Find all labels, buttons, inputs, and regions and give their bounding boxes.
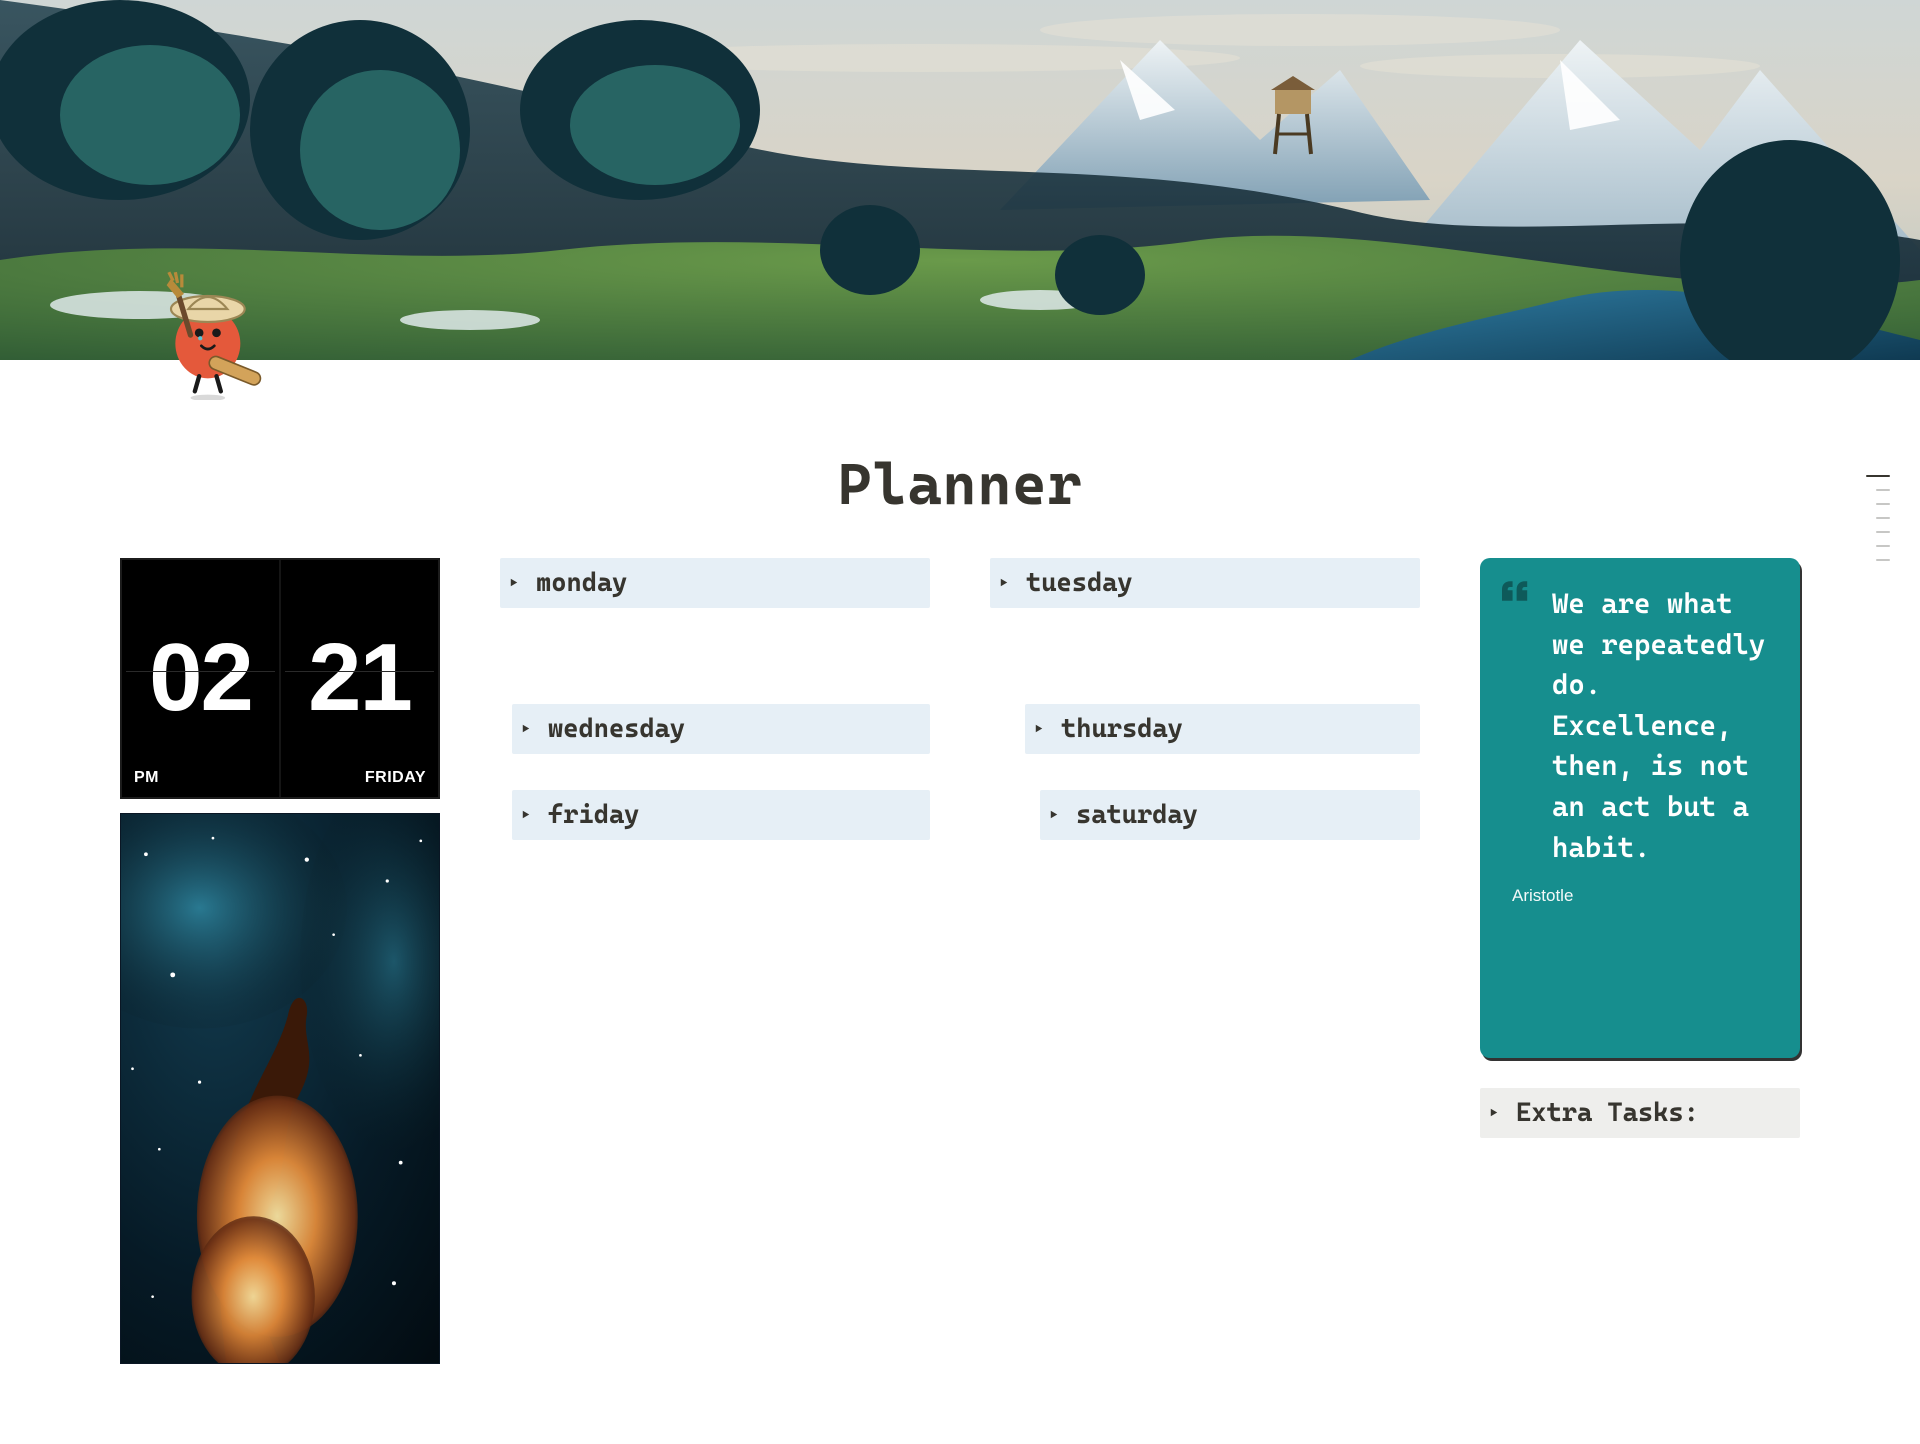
toggle-saturday[interactable]: ▶ saturday <box>1040 790 1420 840</box>
quote-icon <box>1502 580 1528 606</box>
chevron-right-icon: ▶ <box>522 722 534 737</box>
quote-text: We are what we repeatedly do. Excellence… <box>1552 584 1770 868</box>
chevron-right-icon: ▶ <box>1050 808 1062 823</box>
clock-minute-value: 21 <box>308 623 411 733</box>
toggle-label: friday <box>548 800 639 830</box>
page-icon[interactable] <box>145 270 275 400</box>
clock-meridiem: PM <box>134 769 159 787</box>
clock-hour: 02 <box>122 560 279 797</box>
toggle-label: saturday <box>1076 800 1198 830</box>
toggle-wednesday[interactable]: ▶ wednesday <box>512 704 930 754</box>
chevron-right-icon: ▶ <box>522 808 534 823</box>
toggle-monday[interactable]: ▶ monday <box>500 558 930 608</box>
toggle-thursday[interactable]: ▶ thursday <box>1025 704 1420 754</box>
toggle-friday[interactable]: ▶ friday <box>512 790 930 840</box>
outline-tick[interactable] <box>1876 531 1890 533</box>
left-column: 02 21 PM FRIDAY <box>120 558 440 1364</box>
toggle-extra-tasks[interactable]: ▶ Extra Tasks: <box>1480 1088 1800 1138</box>
outline-tick[interactable] <box>1876 545 1890 547</box>
chevron-right-icon: ▶ <box>1000 576 1012 591</box>
main-content-grid: 02 21 PM FRIDAY <box>0 558 1920 1444</box>
toggle-label: tuesday <box>1026 568 1133 598</box>
right-column: We are what we repeatedly do. Excellence… <box>1480 558 1800 1138</box>
quote-author: Aristotle <box>1512 886 1770 906</box>
clock-widget: 02 21 PM FRIDAY <box>120 558 440 799</box>
clock-hour-value: 02 <box>149 623 252 733</box>
days-grid: ▶ monday ▶ tuesday ▶ wednesday ▶ thursda… <box>500 558 1420 840</box>
nebula-image <box>120 813 440 1365</box>
toggle-label: monday <box>536 568 627 598</box>
clock-minute: 21 <box>279 560 438 797</box>
quote-card: We are what we repeatedly do. Excellence… <box>1480 558 1800 1058</box>
outline-tick[interactable] <box>1876 503 1890 505</box>
page-outline[interactable] <box>1866 475 1890 561</box>
page-title: Planner <box>0 450 1920 518</box>
outline-tick[interactable] <box>1876 559 1890 561</box>
outline-tick[interactable] <box>1876 489 1890 491</box>
toggle-label: thursday <box>1061 714 1183 744</box>
toggle-label: Extra Tasks: <box>1516 1098 1699 1128</box>
clock-day: FRIDAY <box>365 769 426 787</box>
cover-image <box>0 0 1920 360</box>
chevron-right-icon: ▶ <box>1035 722 1047 737</box>
chevron-right-icon: ▶ <box>510 576 522 591</box>
toggle-label: wednesday <box>548 714 685 744</box>
outline-tick[interactable] <box>1866 475 1890 477</box>
toggle-tuesday[interactable]: ▶ tuesday <box>990 558 1420 608</box>
chevron-right-icon: ▶ <box>1490 1106 1502 1121</box>
outline-tick[interactable] <box>1876 517 1890 519</box>
